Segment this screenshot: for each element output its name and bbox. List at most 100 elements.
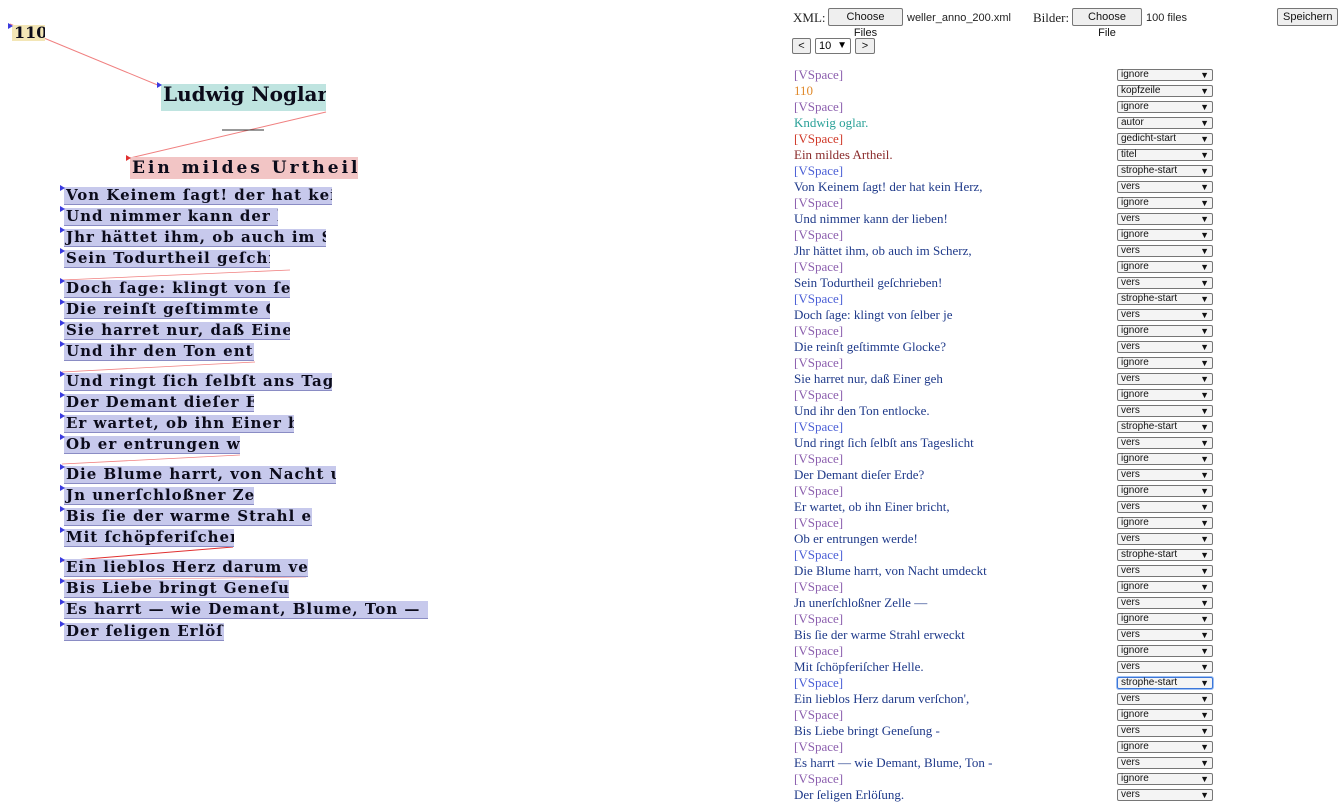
label-select[interactable]: vers ▼ bbox=[1117, 597, 1213, 609]
label-select-value: ignore bbox=[1121, 197, 1149, 208]
facsimile-region-vers[interactable]: Bis ſie der warme Strahl erweckt bbox=[64, 508, 312, 526]
region-start-marker bbox=[60, 341, 65, 347]
prev-page-button[interactable]: < bbox=[792, 38, 811, 54]
facsimile-region-vers[interactable]: Die reinſt geſtimmte Glocke? bbox=[64, 301, 270, 319]
label-select[interactable]: vers ▼ bbox=[1117, 277, 1213, 289]
label-select[interactable]: ignore ▼ bbox=[1117, 517, 1213, 529]
label-select[interactable]: vers ▼ bbox=[1117, 661, 1213, 673]
facsimile-region-vers[interactable]: Die Blume harrt, von Nacht umdeckt bbox=[64, 466, 336, 484]
facsimile-region-vers[interactable]: Er wartet, ob ihn Einer bricht, bbox=[64, 415, 294, 433]
label-select[interactable]: ignore ▼ bbox=[1117, 773, 1213, 785]
facsimile-region-vers[interactable]: Bis Liebe bringt Geneſung — bbox=[64, 580, 289, 598]
facsimile-region-vers[interactable]: Und ringt ſich ſelbſt ans Tageslicht bbox=[64, 373, 332, 391]
facsimile-region-vers[interactable]: Sie harret nur, daß Einer geh bbox=[64, 322, 290, 340]
label-select[interactable]: ignore ▼ bbox=[1117, 453, 1213, 465]
save-button[interactable]: Speichern bbox=[1277, 8, 1338, 26]
label-select[interactable]: strophe-start ▼ bbox=[1117, 421, 1213, 433]
label-select[interactable]: vers ▼ bbox=[1117, 373, 1213, 385]
facsimile-region-vers[interactable]: Und nimmer kann der lieben! bbox=[64, 208, 278, 226]
label-select[interactable]: vers ▼ bbox=[1117, 725, 1213, 737]
chevron-down-icon: ▼ bbox=[1200, 710, 1209, 720]
label-select[interactable]: vers ▼ bbox=[1117, 693, 1213, 705]
label-select[interactable]: autor ▼ bbox=[1117, 117, 1213, 129]
label-select[interactable]: strophe-start ▼ bbox=[1117, 677, 1213, 689]
label-select[interactable]: ignore ▼ bbox=[1117, 325, 1213, 337]
xml-choose-files-button[interactable]: Choose Files bbox=[828, 8, 903, 39]
label-select[interactable]: ignore ▼ bbox=[1117, 741, 1213, 753]
label-select[interactable]: ignore ▼ bbox=[1117, 229, 1213, 241]
annotation-text: [VSpace] bbox=[794, 259, 844, 274]
label-select[interactable]: vers ▼ bbox=[1117, 629, 1213, 641]
facsimile-region-vers[interactable]: Es harrt — wie Demant, Blume, Ton — bbox=[64, 601, 428, 619]
annotation-row: [VSpace] ignore ▼ bbox=[794, 611, 1214, 627]
label-select[interactable]: vers ▼ bbox=[1117, 533, 1213, 545]
chevron-down-icon: ▼ bbox=[1200, 518, 1209, 528]
label-select[interactable]: kopfzeile ▼ bbox=[1117, 85, 1213, 97]
facsimile-region-autor[interactable]: Ludwig Noglar. bbox=[161, 84, 326, 111]
label-select[interactable]: ignore ▼ bbox=[1117, 69, 1213, 81]
next-page-button[interactable]: > bbox=[855, 38, 875, 54]
label-select[interactable]: vers ▼ bbox=[1117, 181, 1213, 193]
annotation-text: [VSpace] bbox=[794, 739, 844, 754]
facsimile-region-vers[interactable]: Von Keinem ſagt! der hat kein Herz, bbox=[64, 187, 332, 205]
facsimile-region-vers[interactable]: Sein Todurtheil geſchrieben! bbox=[64, 250, 270, 268]
facsimile-region-kopf[interactable]: 110 bbox=[12, 25, 45, 41]
label-select[interactable]: ignore ▼ bbox=[1117, 485, 1213, 497]
xml-label: XML: bbox=[793, 10, 826, 25]
region-start-marker bbox=[60, 371, 65, 377]
images-choose-file-button[interactable]: Choose File bbox=[1072, 8, 1142, 39]
region-start-marker bbox=[8, 23, 13, 29]
label-select[interactable]: ignore ▼ bbox=[1117, 613, 1213, 625]
facsimile-region-vers[interactable]: Ein lieblos Herz darum verſchon', bbox=[64, 559, 308, 577]
label-select[interactable]: vers ▼ bbox=[1117, 405, 1213, 417]
label-select[interactable]: vers ▼ bbox=[1117, 213, 1213, 225]
facsimile-region-vers[interactable]: Doch ſage: klingt von ſelber je bbox=[64, 280, 290, 298]
region-start-marker bbox=[60, 464, 65, 470]
label-select[interactable]: ignore ▼ bbox=[1117, 357, 1213, 369]
region-start-marker bbox=[60, 621, 65, 627]
label-select[interactable]: vers ▼ bbox=[1117, 437, 1213, 449]
label-select[interactable]: vers ▼ bbox=[1117, 501, 1213, 513]
label-select-value: vers bbox=[1121, 373, 1140, 384]
label-select[interactable]: vers ▼ bbox=[1117, 789, 1213, 801]
label-select[interactable]: ignore ▼ bbox=[1117, 261, 1213, 273]
label-select[interactable]: ignore ▼ bbox=[1117, 101, 1213, 113]
facsimile-region-vers[interactable]: Jhr hättet ihm, ob auch im Scherz, bbox=[64, 229, 326, 247]
chevron-down-icon: ▼ bbox=[1200, 150, 1209, 160]
annotation-text: [VSpace] bbox=[794, 675, 844, 690]
page-select[interactable]: 10 ▼ bbox=[815, 38, 851, 54]
label-select[interactable]: ignore ▼ bbox=[1117, 581, 1213, 593]
label-select[interactable]: vers ▼ bbox=[1117, 565, 1213, 577]
facsimile-region-vers[interactable]: Ob er entrungen werde! bbox=[64, 436, 240, 454]
label-select[interactable]: vers ▼ bbox=[1117, 469, 1213, 481]
facsimile-region-vers[interactable]: Der ſeligen Erlöſung. bbox=[64, 623, 224, 641]
annotation-text: [VSpace] bbox=[794, 483, 844, 498]
label-select-value: strophe-start bbox=[1121, 165, 1178, 176]
facsimile-region-vers[interactable]: Und ihr den Ton entlocke. bbox=[64, 343, 254, 361]
label-select[interactable]: vers ▼ bbox=[1117, 341, 1213, 353]
chevron-down-icon: ▼ bbox=[1200, 230, 1209, 240]
facsimile-region-vers[interactable]: Jn unerſchloßner Zelle — bbox=[64, 487, 254, 505]
label-select[interactable]: strophe-start ▼ bbox=[1117, 165, 1213, 177]
label-select[interactable]: vers ▼ bbox=[1117, 245, 1213, 257]
label-select[interactable]: ignore ▼ bbox=[1117, 645, 1213, 657]
label-select[interactable]: vers ▼ bbox=[1117, 309, 1213, 321]
annotation-text: Jn unerſchloßner Zelle — bbox=[794, 595, 928, 610]
label-select[interactable]: ignore ▼ bbox=[1117, 709, 1213, 721]
label-select[interactable]: strophe-start ▼ bbox=[1117, 549, 1213, 561]
annotation-text: Bis Liebe bringt Geneſung - bbox=[794, 723, 940, 738]
annotation-text: Er wartet, ob ihn Einer bricht, bbox=[794, 499, 950, 514]
label-select[interactable]: strophe-start ▼ bbox=[1117, 293, 1213, 305]
label-select[interactable]: titel ▼ bbox=[1117, 149, 1213, 161]
chevron-down-icon: ▼ bbox=[1200, 438, 1209, 448]
chevron-down-icon: ▼ bbox=[1200, 134, 1209, 144]
facsimile-region-vers[interactable]: Der Demant dieſer Erde? bbox=[64, 394, 254, 412]
label-select[interactable]: vers ▼ bbox=[1117, 757, 1213, 769]
facsimile-region-vers[interactable]: Mit ſchöpferiſcher Helle. bbox=[64, 529, 234, 547]
label-select[interactable]: gedicht-start ▼ bbox=[1117, 133, 1213, 145]
label-select[interactable]: ignore ▼ bbox=[1117, 197, 1213, 209]
chevron-down-icon: ▼ bbox=[1200, 774, 1209, 784]
facsimile-region-titel[interactable]: Ein mildes Urtheil. bbox=[130, 157, 358, 179]
label-select[interactable]: ignore ▼ bbox=[1117, 389, 1213, 401]
label-select-value: ignore bbox=[1121, 389, 1149, 400]
